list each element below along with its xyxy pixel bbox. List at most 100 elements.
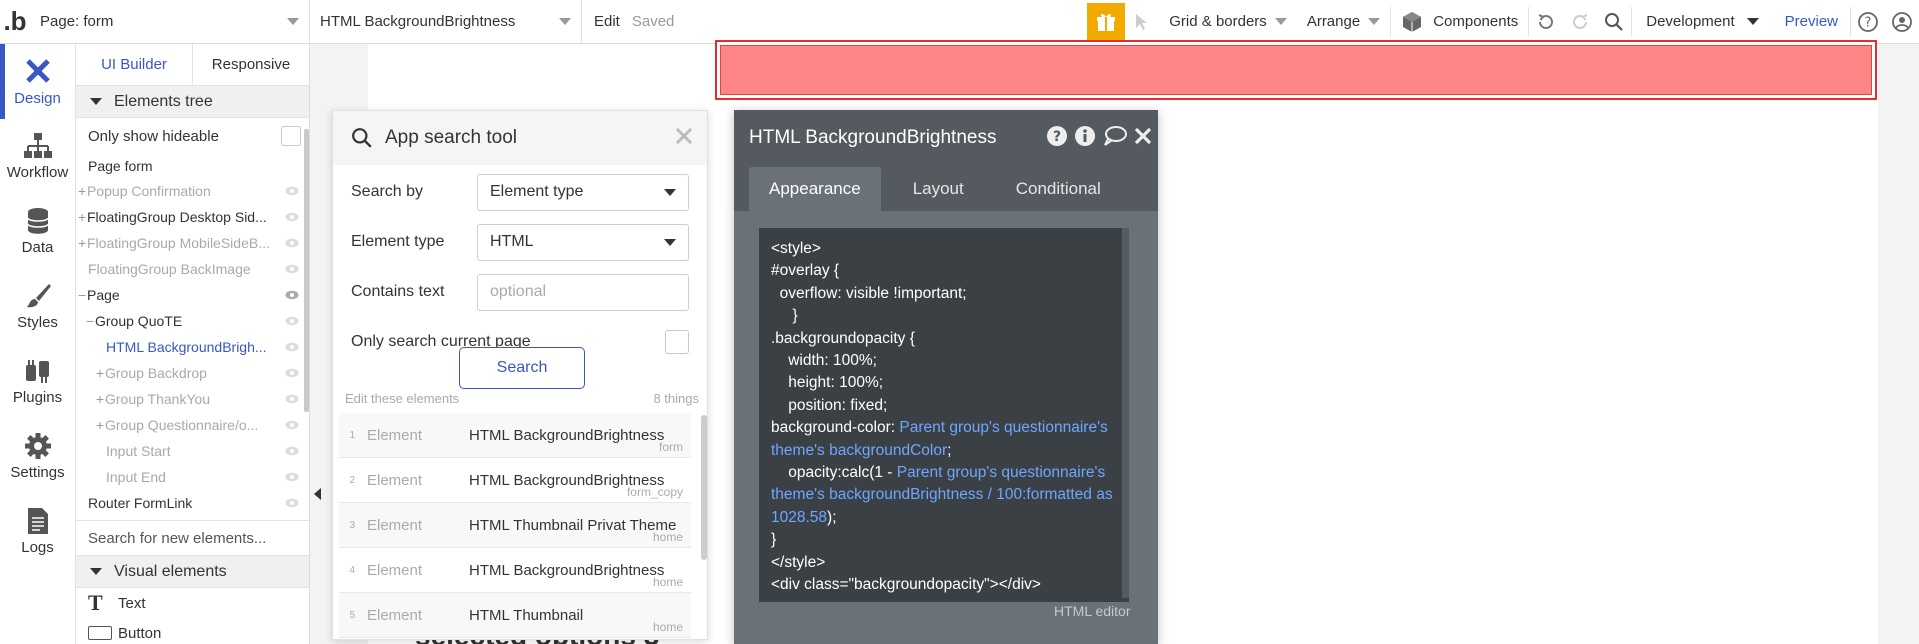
eye-icon[interactable] [285,498,299,508]
only-hideable-checkbox[interactable] [281,126,301,146]
html-code-editor[interactable]: <style> #overlay { overflow: visible !imp… [759,228,1129,602]
element-type-select[interactable]: HTML [477,223,689,261]
nav-design[interactable]: Design [0,44,75,119]
results-scrollbar[interactable] [701,415,707,560]
search-elements-input[interactable]: Search for new elements... [76,520,309,556]
eye-icon[interactable] [285,446,299,456]
elements-tree-header[interactable]: Elements tree [76,86,309,118]
search-result-row[interactable]: 2 Element HTML BackgroundBrightness form_co… [339,458,691,503]
code-scrollbar[interactable] [1122,228,1129,598]
search-result-row[interactable]: 4 Element HTML BackgroundBrightness home [339,548,691,593]
help-icon[interactable]: ? [1046,125,1068,147]
eye-icon[interactable] [285,290,299,300]
search-result-row[interactable]: 3 Element HTML Thumbnail Privat Theme home [339,503,691,548]
search-icon[interactable] [1597,0,1631,44]
comment-icon[interactable] [1102,125,1128,147]
eye-icon[interactable] [285,316,299,326]
contains-text-input[interactable]: optional [477,273,689,311]
eye-icon[interactable] [285,394,299,404]
tree-item[interactable]: HTML BackgroundBrigh... [76,334,309,360]
expand-icon[interactable]: + [96,417,105,433]
user-icon[interactable] [1885,0,1919,44]
info-icon[interactable] [1074,125,1096,147]
eye-icon[interactable] [285,342,299,352]
search-button[interactable]: Search [459,347,585,389]
plug-icon [25,360,49,383]
tree-item[interactable]: Input End [76,464,309,490]
expand-icon[interactable]: + [78,183,87,199]
eye-icon[interactable] [285,186,299,196]
undo-icon[interactable] [1529,0,1563,44]
tree-item[interactable]: + Group Questionnaire/o... [76,412,309,438]
top-bar: .b Page: form HTML BackgroundBrightness … [0,0,1919,44]
nav-settings[interactable]: Settings [0,419,75,494]
visual-element-text[interactable]: T Text [76,588,309,618]
visual-element-button[interactable]: Button [76,618,309,644]
chevron-down-icon [1746,18,1759,25]
nav-workflow[interactable]: Workflow [0,119,75,194]
tree-item[interactable]: − Page [76,282,309,308]
collapse-panel-icon[interactable] [314,488,321,500]
help-icon[interactable]: ? [1851,0,1885,44]
expand-icon[interactable]: + [78,209,87,225]
search-result-row[interactable]: 5 Element HTML Thumbnail home [339,593,691,638]
tree-item[interactable]: − Group QuoTE [76,308,309,334]
nav-data[interactable]: Data [0,194,75,269]
page-selector[interactable]: Page: form [30,0,310,44]
visual-elements-header[interactable]: Visual elements [76,556,309,588]
grid-borders-menu[interactable]: Grid & borders [1159,0,1297,44]
database-icon [26,208,49,234]
eye-icon[interactable] [285,472,299,482]
redo-icon[interactable] [1563,0,1597,44]
nav-plugins[interactable]: Plugins [0,344,75,419]
chevron-down-icon [1368,18,1381,25]
tab-responsive[interactable]: Responsive [193,44,309,85]
close-icon[interactable] [1134,127,1152,145]
tree-item[interactable]: FloatingGroup BackImage [76,256,309,282]
cursor-icon[interactable] [1125,0,1159,44]
tree-item[interactable]: Router FormLink [76,490,309,516]
nav-styles[interactable]: Styles [0,269,75,344]
collapse-icon[interactable]: − [86,313,95,329]
eye-icon[interactable] [285,264,299,274]
eye-icon[interactable] [285,368,299,378]
nav-label: Design [14,90,61,107]
eye-icon[interactable] [285,212,299,222]
tree-item[interactable]: + Popup Confirmation [76,178,309,204]
edit-these-elements-link[interactable]: Edit these elements [345,391,459,406]
tab-ui-builder[interactable]: UI Builder [76,44,193,85]
expand-icon[interactable]: + [78,235,87,251]
left-nav: Design Workflow Data Styles Plugins Sett… [0,44,76,644]
tree-scrollbar[interactable] [304,129,309,412]
development-menu[interactable]: Development [1632,0,1772,44]
html-background-brightness-element[interactable] [715,40,1877,100]
expand-icon[interactable]: + [96,365,105,381]
tree-item[interactable]: Page form [76,154,309,178]
only-current-page-checkbox[interactable] [665,330,689,354]
tree-item[interactable]: + FloatingGroup Desktop Sid... [76,204,309,230]
bubble-logo[interactable]: .b [0,0,30,44]
tree-item[interactable]: + Group Backdrop [76,360,309,386]
tab-conditional[interactable]: Conditional [996,167,1121,211]
arrange-menu[interactable]: Arrange [1297,0,1390,44]
gift-icon[interactable] [1087,2,1126,41]
tree-item[interactable]: Input Start [76,438,309,464]
nav-logs[interactable]: Logs [0,494,75,569]
components-button[interactable]: Components [1391,0,1528,44]
tree-item[interactable]: + FloatingGroup MobileSideB... [76,230,309,256]
chevron-down-icon [664,188,676,196]
edit-button[interactable]: Edit [582,13,632,30]
tab-layout[interactable]: Layout [893,167,984,211]
expand-icon[interactable]: + [96,391,105,407]
tree-item-label: Group Questionnaire/o... [105,417,259,433]
eye-icon[interactable] [285,420,299,430]
tree-item[interactable]: + Group ThankYou [76,386,309,412]
close-icon[interactable] [675,127,693,145]
search-result-row[interactable]: 1 Element HTML BackgroundBrightness form [339,413,691,458]
eye-icon[interactable] [285,238,299,248]
preview-link[interactable]: Preview [1773,13,1850,30]
element-selector[interactable]: HTML BackgroundBrightness [310,0,582,44]
collapse-icon[interactable]: − [78,287,87,303]
tab-appearance[interactable]: Appearance [749,167,881,211]
search-by-select[interactable]: Element type [477,173,689,211]
